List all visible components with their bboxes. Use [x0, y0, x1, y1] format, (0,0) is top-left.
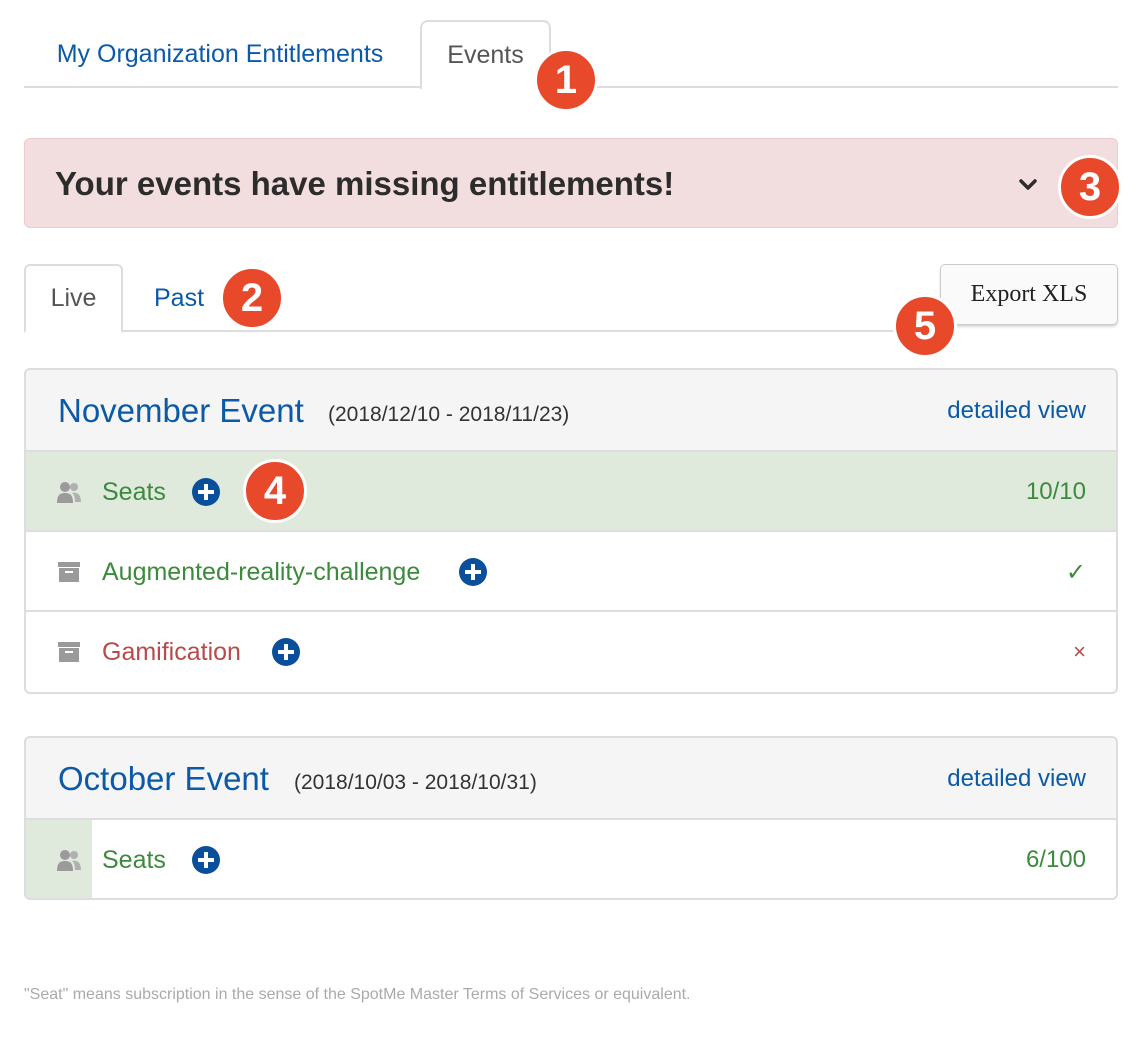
cross-icon: × [1073, 639, 1086, 664]
add-circle-icon[interactable] [191, 477, 221, 507]
check-icon: ✓ [1065, 558, 1086, 586]
event-title[interactable]: November Event [58, 370, 304, 452]
entitlement-label: Gamification [102, 637, 241, 666]
seats-count: 6/100 [1025, 846, 1086, 873]
callout-badge-3: 3 [1058, 155, 1122, 219]
entitlement-row-gamification: Gamification × [26, 612, 1116, 692]
entitlement-row-augmented-reality-challenge: Augmented-reality-challenge ✓ [26, 532, 1116, 612]
event-period-tabs: Live Past [24, 264, 916, 333]
event-panel-october: October Event (2018/10/03 - 2018/10/31) … [24, 736, 1118, 900]
callout-badge-2: 2 [220, 266, 284, 330]
tab-live[interactable]: Live [24, 264, 123, 333]
tab-my-organization-entitlements[interactable]: My Organization Entitlements [24, 20, 416, 88]
seats-count: 10/10 [1025, 478, 1086, 505]
event-dates: (2018/10/03 - 2018/10/31) [294, 771, 537, 794]
detailed-view-link[interactable]: detailed view [947, 738, 1086, 820]
detailed-view-link[interactable]: detailed view [947, 370, 1086, 452]
event-panel-header: November Event (2018/12/10 - 2018/11/23)… [26, 370, 1116, 452]
tab-events[interactable]: Events [420, 20, 551, 90]
event-panel-header: October Event (2018/10/03 - 2018/10/31) … [26, 738, 1116, 820]
users-icon [57, 850, 81, 871]
users-icon [57, 482, 81, 503]
archive-box-icon [58, 642, 80, 662]
missing-entitlements-alert[interactable]: Your events have missing entitlements! [24, 138, 1118, 228]
callout-badge-1: 1 [534, 48, 598, 112]
entitlement-label: Augmented-reality-challenge [102, 557, 421, 586]
archive-box-icon [58, 562, 80, 582]
event-dates: (2018/12/10 - 2018/11/23) [328, 403, 570, 426]
alert-title: Your events have missing entitlements! [55, 165, 675, 202]
event-panel-november: November Event (2018/12/10 - 2018/11/23)… [24, 368, 1118, 694]
callout-badge-5: 5 [893, 294, 957, 358]
tab-past[interactable]: Past [134, 264, 224, 332]
chevron-down-icon[interactable] [1013, 170, 1043, 200]
export-xls-button[interactable]: Export XLS [940, 264, 1118, 325]
callout-badge-4: 4 [243, 459, 307, 523]
entitlement-label: Seats [102, 845, 166, 874]
add-circle-icon[interactable] [271, 637, 301, 667]
add-circle-icon[interactable] [458, 557, 488, 587]
entitlement-row-seats: Seats 6/100 [26, 820, 1116, 898]
entitlement-row-seats: Seats 10/10 [26, 452, 1116, 532]
entitlement-label: Seats [102, 477, 166, 506]
seat-definition-footnote: "Seat" means subscription in the sense o… [24, 986, 691, 1003]
add-circle-icon[interactable] [191, 845, 221, 875]
event-title[interactable]: October Event [58, 738, 269, 820]
